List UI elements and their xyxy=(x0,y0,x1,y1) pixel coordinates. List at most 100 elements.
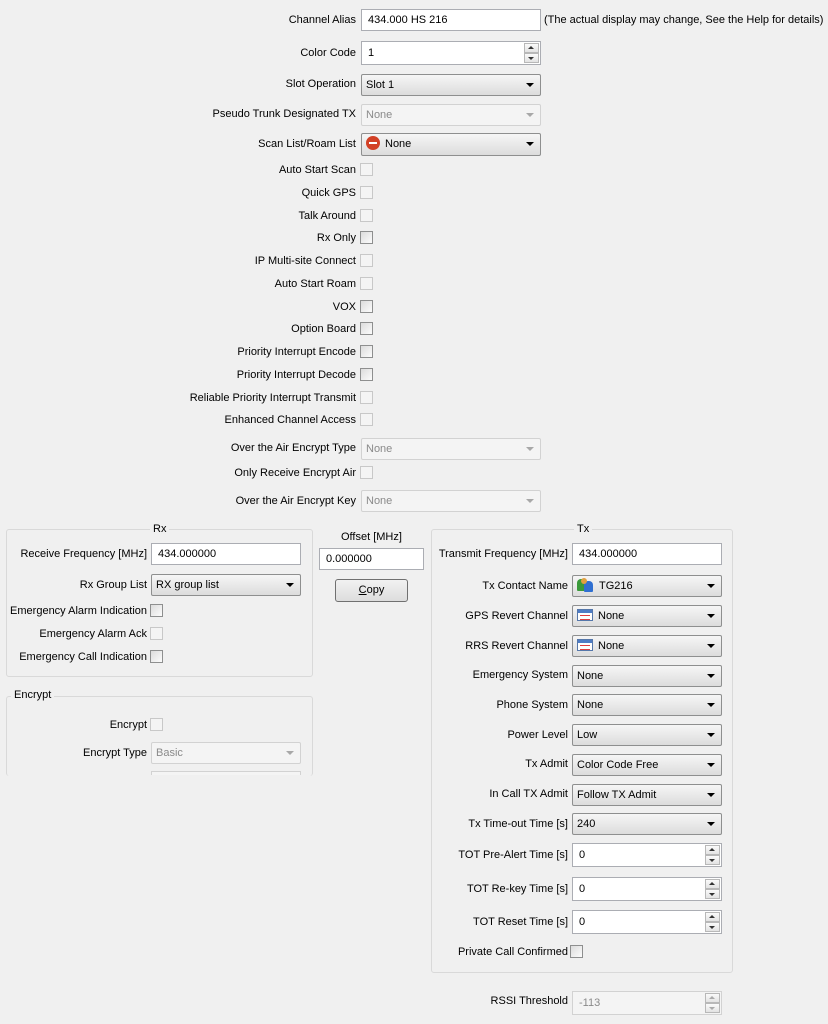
spin-up-icon[interactable] xyxy=(705,879,720,889)
tot-reset-value: 0 xyxy=(579,916,586,928)
reliable-priority-checkbox[interactable] xyxy=(360,391,373,404)
tot-reset-stepper[interactable]: 0 xyxy=(572,910,722,934)
in-call-tx-admit-label: In Call TX Admit xyxy=(489,788,568,800)
spin-up-icon[interactable] xyxy=(705,993,720,1003)
chevron-down-icon xyxy=(526,83,534,87)
gps-revert-value: None xyxy=(598,610,625,622)
chevron-down-icon xyxy=(707,793,715,797)
chevron-down-icon xyxy=(707,733,715,737)
offset-input[interactable]: 0.000000 xyxy=(319,548,424,570)
tx-group-title: Tx xyxy=(574,522,593,536)
pseudo-trunk-label: Pseudo Trunk Designated TX xyxy=(212,108,357,120)
tx-admit-select[interactable]: Color Code Free xyxy=(572,754,722,776)
priority-interrupt-decode-label: Priority Interrupt Decode xyxy=(236,369,356,381)
auto-start-roam-checkbox[interactable] xyxy=(360,277,373,290)
transmit-frequency-input[interactable]: 434.000000 xyxy=(572,543,722,565)
tx-contact-select[interactable]: TG216 xyxy=(572,575,722,597)
tot-rekey-stepper[interactable]: 0 xyxy=(572,877,722,901)
rrs-revert-select[interactable]: None xyxy=(572,635,722,657)
emergency-alarm-ack-checkbox[interactable] xyxy=(150,627,163,640)
spin-up-icon[interactable] xyxy=(705,845,720,855)
color-code-stepper[interactable]: 1 xyxy=(361,41,541,65)
spin-down-icon[interactable] xyxy=(705,855,720,865)
spin-down-icon[interactable] xyxy=(524,53,539,63)
option-board-checkbox[interactable] xyxy=(360,322,373,335)
ota-encrypt-type-select[interactable]: None xyxy=(361,438,541,460)
spin-up-icon[interactable] xyxy=(705,912,720,922)
in-call-tx-admit-value: Follow TX Admit xyxy=(577,789,657,801)
encrypt-type-value: Basic xyxy=(156,747,183,759)
spin-down-icon[interactable] xyxy=(705,1003,720,1013)
option-board-label: Option Board xyxy=(291,323,356,335)
rx-group-list-select[interactable]: RX group list xyxy=(151,574,301,596)
rssi-threshold-stepper[interactable]: -113 xyxy=(572,991,722,1015)
spin-down-icon[interactable] xyxy=(705,889,720,899)
color-code-label: Color Code xyxy=(300,47,356,59)
talk-around-checkbox[interactable] xyxy=(360,209,373,222)
quick-gps-label: Quick GPS xyxy=(301,187,356,199)
rx-group-list-value: RX group list xyxy=(156,579,219,591)
quick-gps-checkbox[interactable] xyxy=(360,186,373,199)
priority-interrupt-encode-checkbox[interactable] xyxy=(360,345,373,358)
only-receive-encrypt-checkbox[interactable] xyxy=(360,466,373,479)
offset-label: Offset [MHz] xyxy=(341,531,402,543)
pseudo-trunk-select[interactable]: None xyxy=(361,104,541,126)
auto-start-scan-checkbox[interactable] xyxy=(360,163,373,176)
chevron-down-icon xyxy=(526,142,534,146)
power-level-label: Power Level xyxy=(507,729,568,741)
auto-start-roam-label: Auto Start Roam xyxy=(274,278,356,290)
only-receive-encrypt-label: Only Receive Encrypt Air xyxy=(234,467,356,479)
channel-alias-note: (The actual display may change, See the … xyxy=(544,14,824,26)
tot-rekey-value: 0 xyxy=(579,883,586,895)
enhanced-channel-access-checkbox[interactable] xyxy=(360,413,373,426)
encrypt-label: Encrypt xyxy=(109,719,147,731)
private-call-confirmed-checkbox[interactable] xyxy=(570,945,583,958)
rx-only-checkbox[interactable] xyxy=(360,231,373,244)
rrs-revert-label: RRS Revert Channel xyxy=(465,640,568,652)
phone-system-value: None xyxy=(577,699,604,711)
tot-reset-label: TOT Reset Time [s] xyxy=(473,916,568,928)
ip-multisite-checkbox[interactable] xyxy=(360,254,373,267)
tx-timeout-select[interactable]: 240 xyxy=(572,813,722,835)
chevron-down-icon xyxy=(707,644,715,648)
ota-encrypt-key-select[interactable]: None xyxy=(361,490,541,512)
slot-operation-select[interactable]: Slot 1 xyxy=(361,74,541,96)
scan-list-label: Scan List/Roam List xyxy=(258,138,356,150)
transmit-frequency-label: Transmit Frequency [MHz] xyxy=(438,548,568,560)
vox-label: VOX xyxy=(332,301,356,313)
emergency-system-label: Emergency System xyxy=(472,669,568,681)
emergency-system-value: None xyxy=(577,670,604,682)
encrypt-checkbox[interactable] xyxy=(150,718,163,731)
channel-icon xyxy=(577,639,593,652)
emergency-system-select[interactable]: None xyxy=(572,665,722,687)
in-call-tx-admit-select[interactable]: Follow TX Admit xyxy=(572,784,722,806)
tx-contact-value: TG216 xyxy=(599,580,633,592)
priority-interrupt-decode-checkbox[interactable] xyxy=(360,368,373,381)
phone-system-select[interactable]: None xyxy=(572,694,722,716)
chevron-down-icon xyxy=(707,674,715,678)
chevron-down-icon xyxy=(707,763,715,767)
gps-revert-select[interactable]: None xyxy=(572,605,722,627)
ota-encrypt-type-value: None xyxy=(366,443,393,455)
channel-icon xyxy=(577,609,593,622)
priority-interrupt-encode-label: Priority Interrupt Encode xyxy=(237,346,356,358)
encrypt-type-select[interactable]: Basic xyxy=(151,742,301,764)
rx-group-title: Rx xyxy=(150,522,170,536)
spin-down-icon[interactable] xyxy=(705,922,720,932)
copy-button[interactable]: Copy xyxy=(335,579,408,602)
tx-timeout-label: Tx Time-out Time [s] xyxy=(468,818,568,830)
vox-checkbox[interactable] xyxy=(360,300,373,313)
channel-alias-input[interactable]: 434.000 HS 216 xyxy=(361,9,541,31)
tot-pre-alert-stepper[interactable]: 0 xyxy=(572,843,722,867)
emergency-alarm-indication-checkbox[interactable] xyxy=(150,604,163,617)
encrypt-key-select-partial[interactable] xyxy=(151,771,301,775)
emergency-call-indication-checkbox[interactable] xyxy=(150,650,163,663)
tx-contact-label: Tx Contact Name xyxy=(482,580,568,592)
power-level-select[interactable]: Low xyxy=(572,724,722,746)
chevron-down-icon xyxy=(707,822,715,826)
receive-frequency-input[interactable]: 434.000000 xyxy=(151,543,301,565)
spin-up-icon[interactable] xyxy=(524,43,539,53)
scan-list-select[interactable]: None xyxy=(361,133,541,156)
channel-alias-label: Channel Alias xyxy=(288,14,356,26)
emergency-alarm-indication-label: Emergency Alarm Indication xyxy=(10,605,147,617)
